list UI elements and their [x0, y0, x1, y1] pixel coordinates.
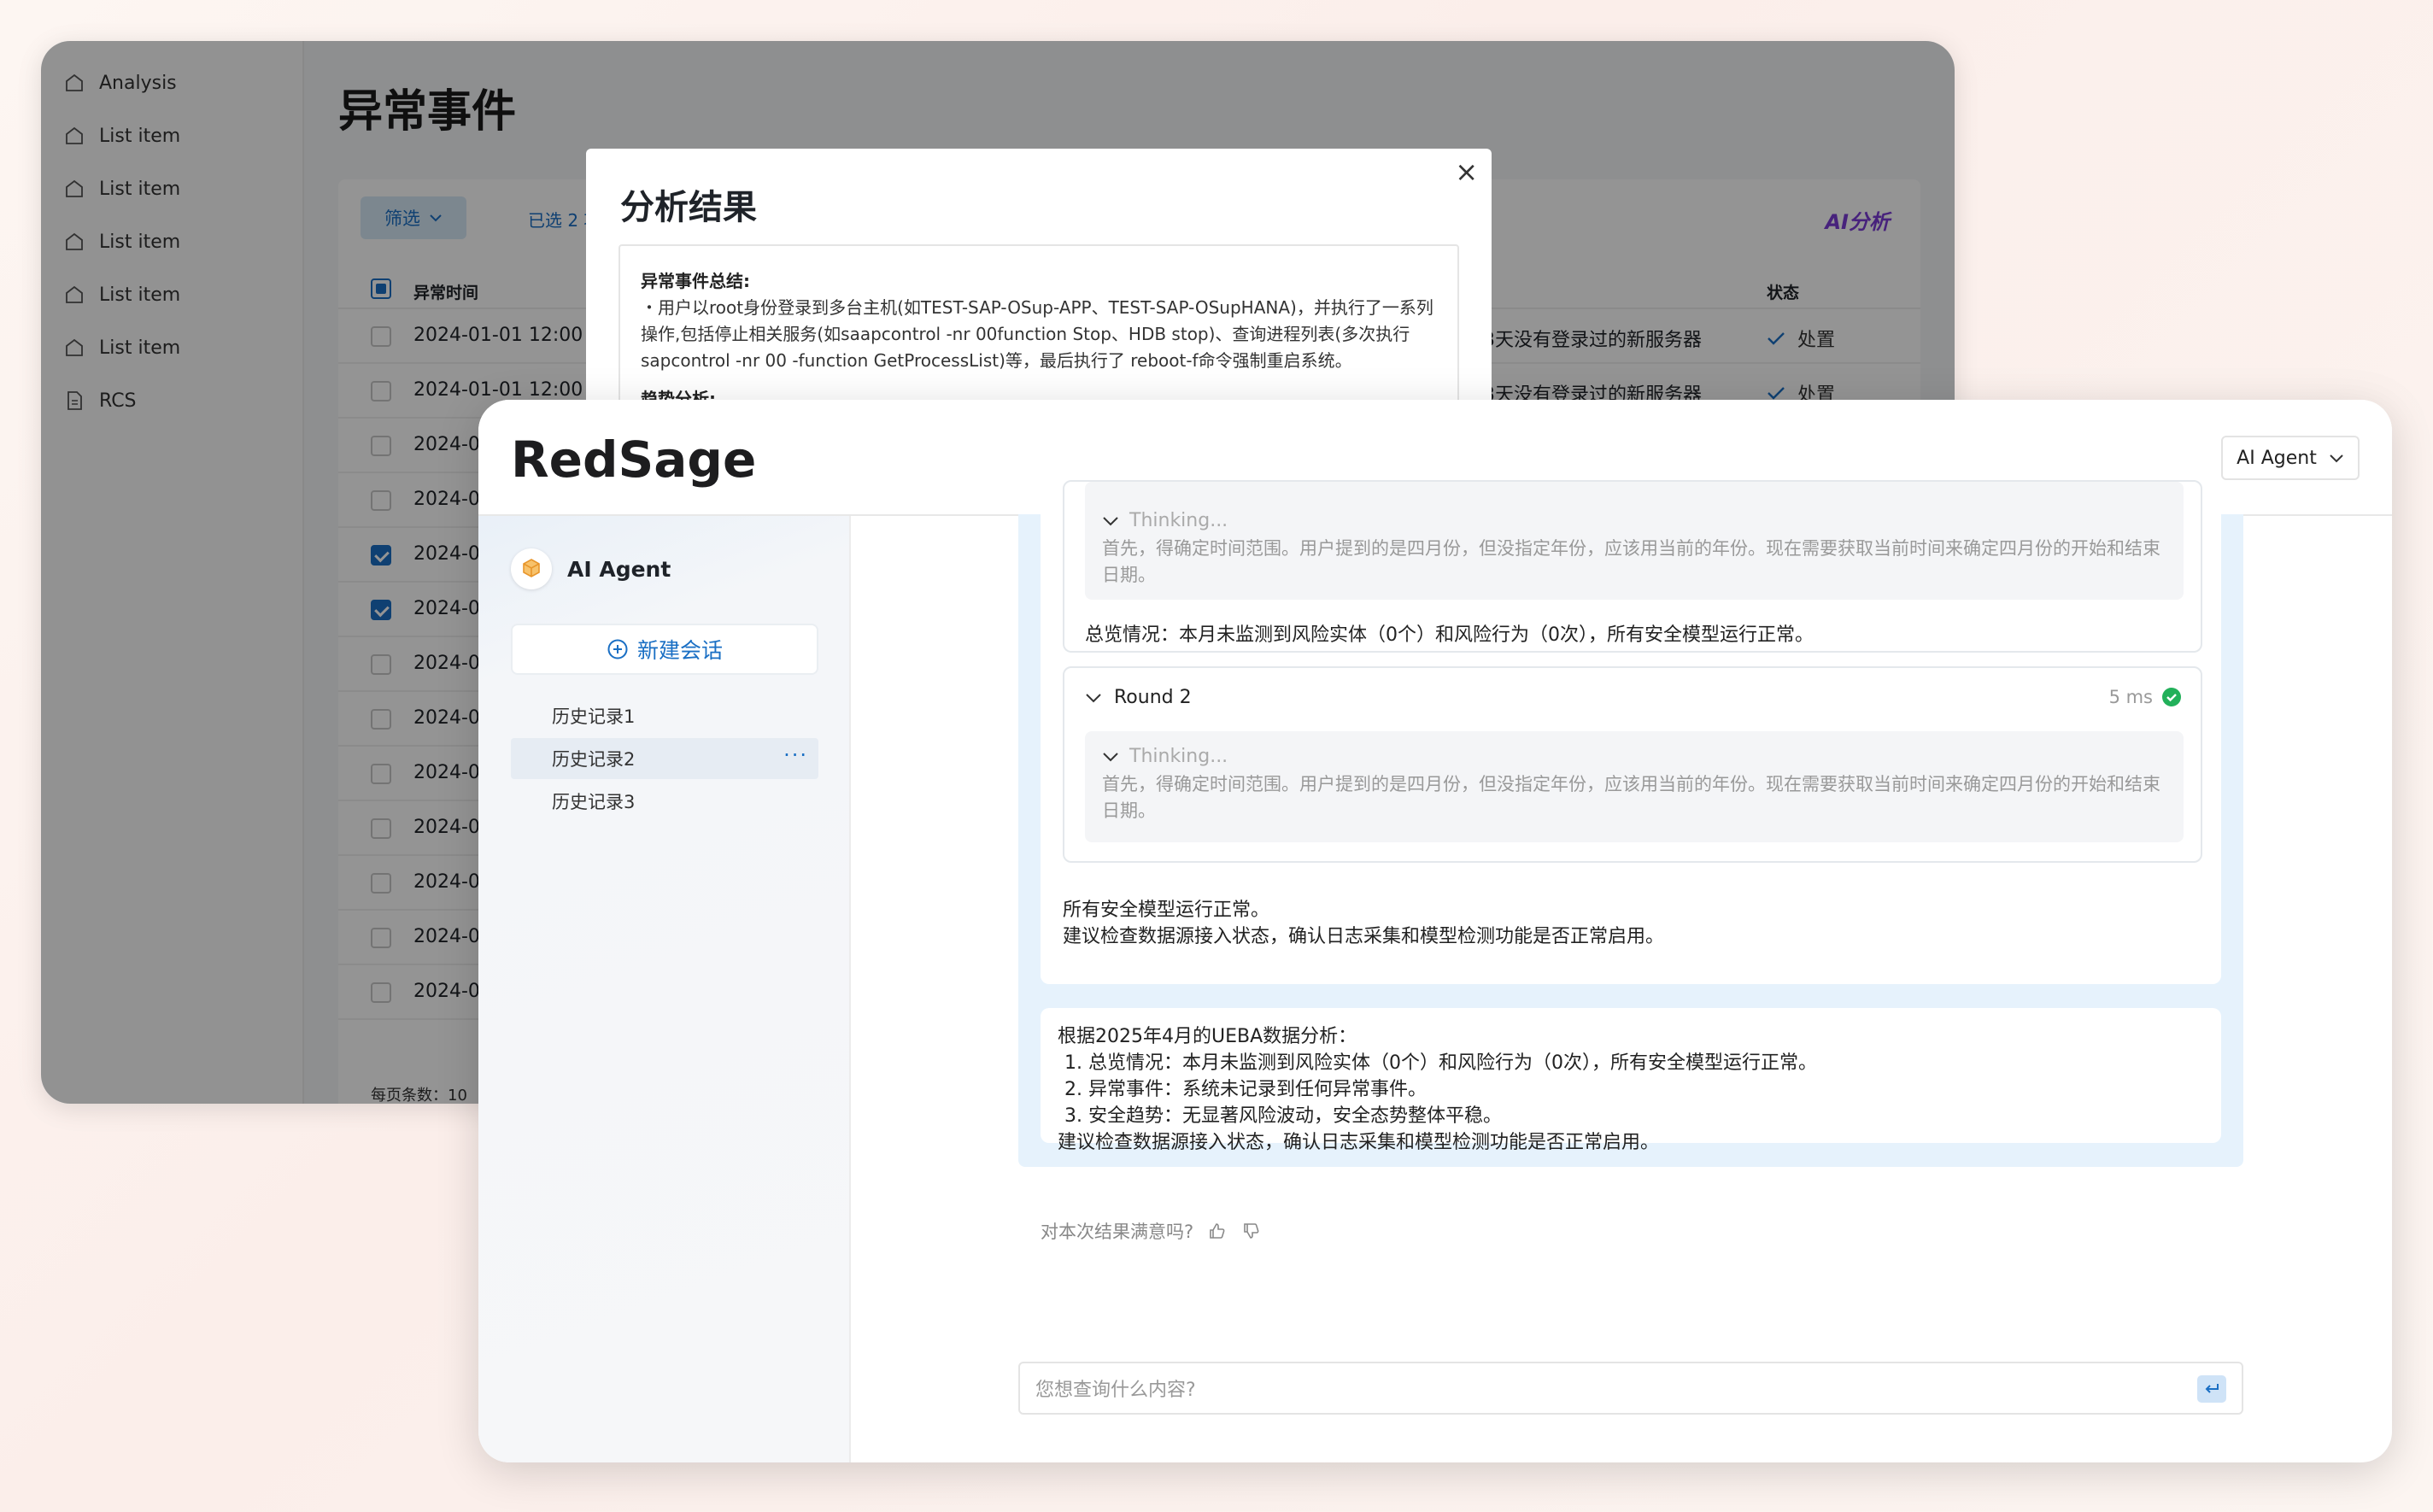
answer-line: 2. 异常事件：系统未记录到任何异常事件。 [1064, 1079, 1427, 1100]
feedback-bar: 对本次结果满意吗? [1041, 1218, 1262, 1244]
thinking-box: Thinking... 首先，得确定时间范围。用户提到的是四月份，但没指定年份，… [1085, 482, 2184, 600]
agent-header: AI Agent [511, 548, 671, 589]
thumbs-up-icon[interactable] [1207, 1221, 1228, 1241]
round-2: Round 2 5 ms Thinking... 首先，得确定时间范围。用户提到… [1063, 666, 2202, 863]
final-answer: 根据2025年4月的UEBA数据分析： 1. 总览情况：本月未监测到风险实体（0… [1041, 1008, 2221, 1153]
new-chat-label: 新建会话 [636, 638, 723, 663]
check-circle-icon [2162, 688, 2181, 706]
redsage-window: RedSage AI Agent AI Agent 新建会话 历史记录1 历史记… [478, 400, 2392, 1462]
modal-title: 分析结果 [620, 188, 757, 227]
thinking-label: Thinking... [1129, 746, 1228, 767]
chevron-down-icon[interactable] [1102, 516, 1119, 526]
response-panel: Thinking... 首先，得确定时间范围。用户提到的是四月份，但没指定年份，… [1018, 480, 2243, 1167]
enter-icon [2205, 1384, 2219, 1393]
query-input[interactable]: 您想查询什么内容? [1018, 1362, 2243, 1415]
chevron-down-icon[interactable] [1102, 752, 1119, 762]
chat-sidebar: AI Agent 新建会话 历史记录1 历史记录2 ··· 历史记录3 [478, 516, 851, 1462]
plus-circle-icon [607, 639, 628, 659]
round-duration: 5 ms [2108, 687, 2153, 707]
history-label: 历史记录3 [552, 792, 636, 812]
history-label: 历史记录1 [552, 706, 636, 727]
answer-line: 3. 安全趋势：无显著风险波动，安全态势整体平稳。 [1064, 1105, 1502, 1127]
close-icon[interactable]: × [1455, 155, 1478, 188]
query-placeholder: 您想查询什么内容? [1035, 1380, 1196, 1401]
history-label: 历史记录2 [552, 749, 636, 770]
thumbs-down-icon[interactable] [1241, 1221, 1262, 1241]
reasoning-card: Thinking... 首先，得确定时间范围。用户提到的是四月份，但没指定年份，… [1041, 480, 2221, 984]
new-chat-button[interactable]: 新建会话 [511, 624, 818, 675]
chevron-down-icon [1086, 693, 1101, 702]
send-button[interactable] [2197, 1375, 2226, 1403]
history-item[interactable]: 历史记录2 ··· [511, 738, 818, 779]
agent-select-value: AI Agent [2237, 447, 2317, 469]
summary-body: ・用户以root身份登录到多台主机(如TEST-SAP-OSup-APP、TES… [641, 297, 1433, 371]
history-item[interactable]: 历史记录1 [511, 695, 818, 736]
feedback-label: 对本次结果满意吗? [1041, 1222, 1194, 1242]
cube-icon [511, 548, 552, 589]
answer-line: 根据2025年4月的UEBA数据分析： [1058, 1026, 1357, 1047]
chevron-down-icon [2330, 454, 2343, 462]
round-2-header[interactable]: Round 2 [1085, 687, 1192, 708]
round-result: 总览情况：本月未监测到风险实体（0个）和风险行为（0次），所有安全模型运行正常。 [1085, 624, 1814, 646]
round-2-output: 所有安全模型运行正常。 建议检查数据源接入状态，确认日志采集和模型检测功能是否正… [1063, 897, 1664, 950]
thinking-label: Thinking... [1129, 510, 1228, 531]
app-logo: RedSage [511, 431, 757, 489]
more-icon[interactable]: ··· [783, 743, 808, 767]
thinking-text: 首先，得确定时间范围。用户提到的是四月份，但没指定年份，应该用当前的年份。现在需… [1102, 538, 2160, 585]
thinking-text: 首先，得确定时间范围。用户提到的是四月份，但没指定年份，应该用当前的年份。现在需… [1102, 774, 2160, 821]
agent-name: AI Agent [567, 556, 671, 582]
thinking-box: Thinking... 首先，得确定时间范围。用户提到的是四月份，但没指定年份，… [1085, 731, 2184, 842]
summary-heading: 异常事件总结: [641, 271, 750, 291]
round-1: Thinking... 首先，得确定时间范围。用户提到的是四月份，但没指定年份，… [1063, 480, 2202, 653]
answer-line: 建议检查数据源接入状态，确认日志采集和模型检测功能是否正常启用。 [1058, 1132, 1660, 1153]
output-line: 建议检查数据源接入状态，确认日志采集和模型检测功能是否正常启用。 [1063, 926, 1665, 947]
output-line: 所有安全模型运行正常。 [1063, 900, 1270, 921]
history-item[interactable]: 历史记录3 [511, 781, 818, 822]
analysis-modal: 分析结果 × 异常事件总结: ・用户以root身份登录到多台主机(如TEST-S… [586, 149, 1492, 439]
answer-line: 1. 总览情况：本月未监测到风险实体（0个）和风险行为（0次），所有安全模型运行… [1064, 1052, 1817, 1074]
agent-select[interactable]: AI Agent [2221, 436, 2360, 480]
round-title: Round 2 [1114, 687, 1192, 708]
